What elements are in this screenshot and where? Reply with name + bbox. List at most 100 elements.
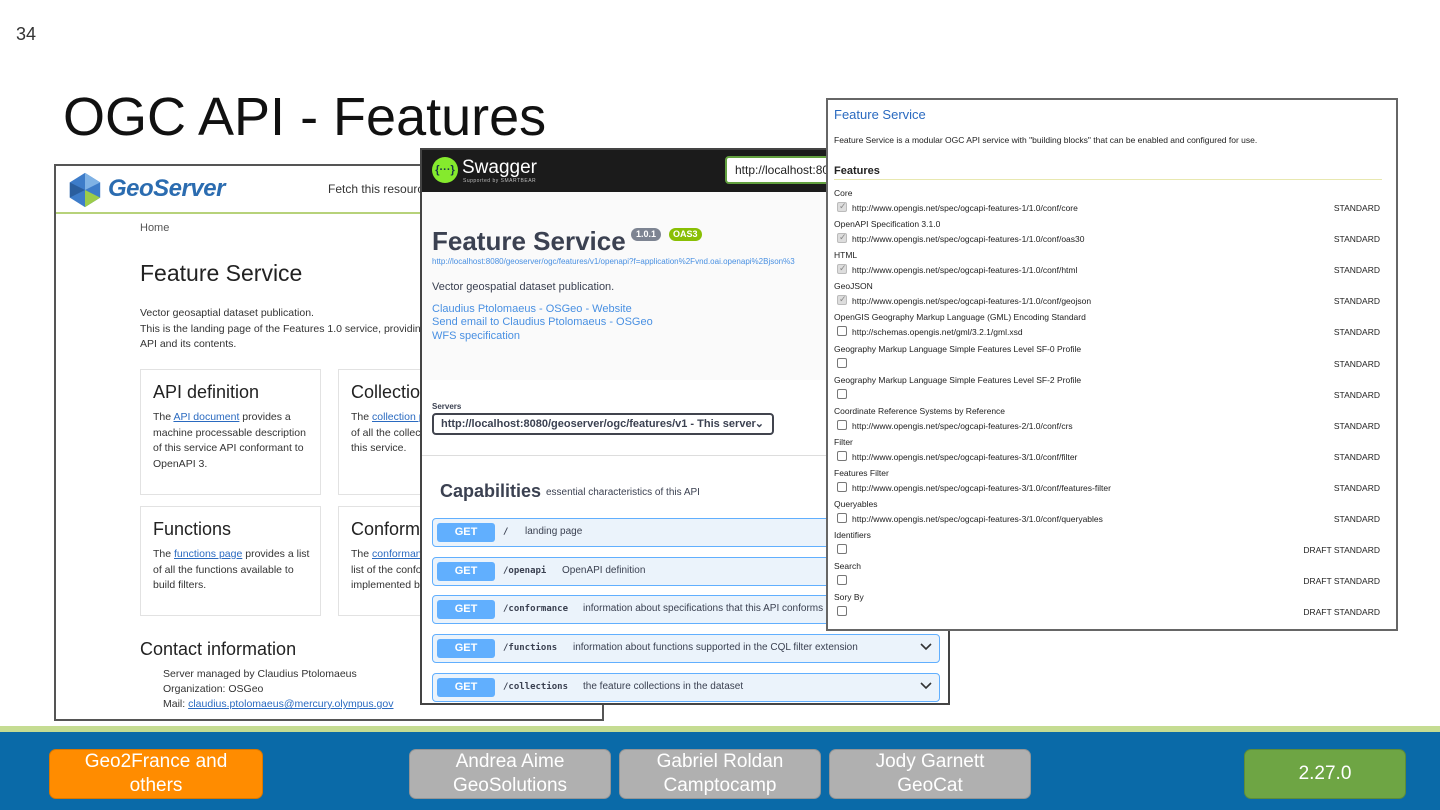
operation-path: /functions xyxy=(503,643,558,653)
capabilities-title[interactable]: Capabilities xyxy=(440,481,541,502)
page-number: 34 xyxy=(16,24,37,44)
collections-link[interactable]: collection p xyxy=(372,411,425,423)
contact-organization: Organization: OSGeo xyxy=(163,683,264,695)
slide-title: OGC API - Features xyxy=(63,87,547,147)
feature-checkbox[interactable] xyxy=(837,326,847,337)
footer-button-version[interactable]: 2.27.0 xyxy=(1244,749,1406,799)
card-functions: Functions The functions page provides a … xyxy=(140,506,321,616)
capabilities-description: essential characteristics of this API xyxy=(546,487,700,498)
operation-description: information about functions supported in… xyxy=(573,642,858,653)
feature-url: http://www.opengis.net/spec/ogcapi-featu… xyxy=(852,234,1085,245)
operation-get-functions[interactable]: GET /functions information about functio… xyxy=(432,634,940,663)
feature-url: http://www.opengis.net/spec/ogcapi-featu… xyxy=(852,420,1073,431)
footer-button-jody-garnett[interactable]: Jody Garnett GeoCat xyxy=(829,749,1031,799)
feature-name: Queryables xyxy=(834,499,878,509)
geoserver-brand[interactable]: GeoServer xyxy=(108,175,225,203)
card-title: Functions xyxy=(153,519,232,539)
card-body: The collection p of all the collect this… xyxy=(351,411,425,454)
feature-checkbox[interactable] xyxy=(837,575,847,586)
api-document-link[interactable]: API document xyxy=(173,411,239,423)
feature-name: GeoJSON xyxy=(834,281,873,292)
feature-checkbox[interactable] xyxy=(837,606,847,617)
method-badge: GET xyxy=(437,639,495,658)
feature-checkbox[interactable] xyxy=(837,513,847,523)
feature-url: http://www.opengis.net/spec/ogcapi-featu… xyxy=(852,296,1092,307)
feature-checkbox[interactable] xyxy=(837,544,847,555)
wfs-spec-link[interactable]: WFS specification xyxy=(432,330,520,342)
slide: 34 OGC API - Features GeoServer Fetch th… xyxy=(0,0,1440,810)
functions-page-link[interactable]: functions page xyxy=(174,548,242,560)
footer-button-geo2france[interactable]: Geo2France and others xyxy=(49,749,263,799)
feature-status: DRAFT STANDARD xyxy=(1303,545,1380,556)
operation-path: / xyxy=(503,527,509,537)
description-line: This is the landing page of the Features… xyxy=(140,322,427,335)
operation-path: /conformance xyxy=(503,604,569,614)
config-description: Feature Service is a modular OGC API ser… xyxy=(834,135,1258,145)
feature-name: Sory By xyxy=(834,592,864,603)
card-body: The functions page provides a list of al… xyxy=(153,548,310,591)
feature-name: Filter xyxy=(834,436,853,447)
feature-checkbox[interactable] xyxy=(837,201,847,212)
feature-checkbox[interactable] xyxy=(837,450,847,461)
footer-button-andrea-aime[interactable]: Andrea Aime GeoSolutions xyxy=(409,749,611,799)
feature-status: STANDARD xyxy=(1333,234,1380,245)
email-link[interactable]: Send email to Claudius Ptolomaeus - OSGe… xyxy=(432,316,653,328)
feature-row: OpenAPI Specification 3.1.0 http://www.op… xyxy=(834,219,1386,250)
feature-row: Features Filter http://www.opengis.net/sp… xyxy=(834,468,1386,499)
feature-checkbox[interactable] xyxy=(837,481,847,492)
feature-row: HTML http://www.opengis.net/spec/ogcapi-f… xyxy=(834,250,1386,281)
spec-url-link[interactable]: http://localhost:8080/geoserver/ogc/feat… xyxy=(432,257,795,266)
feature-row: Filter http://www.opengis.net/spec/ogcapi… xyxy=(834,437,1386,468)
card-body: The conformanc list of the confo impleme… xyxy=(351,548,427,591)
footer-button-gabriel-roldan[interactable]: Gabriel Roldan Camptocamp xyxy=(619,749,821,799)
feature-checkbox[interactable] xyxy=(837,263,847,275)
server-select[interactable]: http://localhost:8080/geoserver/ogc/feat… xyxy=(432,413,774,435)
website-link[interactable]: Claudius Ptolomaeus - OSGeo - Website xyxy=(432,303,632,315)
feature-status: DRAFT STANDARD xyxy=(1303,607,1380,618)
swagger-brand: Swagger xyxy=(462,157,537,178)
feature-url: http://www.opengis.net/spec/ogcapi-featu… xyxy=(852,265,1078,276)
method-badge: GET xyxy=(437,562,495,581)
feature-status: STANDARD xyxy=(1333,203,1380,213)
feature-url: http://schemas.opengis.net/gml/3.2.1/gml… xyxy=(852,327,1023,338)
feature-name: Geography Markup Language Simple Feature… xyxy=(834,343,1082,354)
divider xyxy=(834,179,1382,180)
feature-status: STANDARD xyxy=(1333,327,1380,338)
operation-description: landing page xyxy=(525,526,583,537)
operation-description: the feature collections in the dataset xyxy=(583,681,744,692)
feature-checkbox[interactable] xyxy=(837,388,847,399)
feature-status: STANDARD xyxy=(1333,265,1380,276)
feature-row: Coordinate Reference Systems by Referenc… xyxy=(834,406,1386,437)
features-heading: Features xyxy=(834,165,880,177)
version-badge: 1.0.1 xyxy=(631,228,662,241)
contact-heading: Contact information xyxy=(140,639,297,659)
feature-name: Geography Markup Language Simple Feature… xyxy=(834,374,1082,385)
feature-status: STANDARD xyxy=(1333,420,1380,431)
feature-name: Coordinate Reference Systems by Referenc… xyxy=(834,405,1006,416)
breadcrumb[interactable]: Home xyxy=(140,222,169,234)
card-api-definition: API definition The API document provides… xyxy=(140,369,321,495)
chevron-down-icon[interactable] xyxy=(919,639,933,653)
swagger-logo-icon: {···} xyxy=(432,157,458,183)
contact-mail-link[interactable]: claudius.ptolomaeus@mercury.olympus.gov xyxy=(188,698,393,710)
contact-mail: Mail: claudius.ptolomaeus@mercury.olympu… xyxy=(163,698,394,710)
feature-checkbox[interactable] xyxy=(837,419,847,430)
api-description: Vector geospatial dataset publication. xyxy=(432,281,615,293)
feature-checkbox[interactable] xyxy=(837,294,847,306)
feature-status: STANDARD xyxy=(1333,514,1380,524)
card-title: Conforma xyxy=(351,519,431,539)
feature-row: OpenGIS Geography Markup Language (GML) … xyxy=(834,312,1386,343)
feature-checkbox[interactable] xyxy=(837,232,847,244)
conformance-link[interactable]: conformanc xyxy=(372,548,427,560)
description-line: API and its contents. xyxy=(140,338,237,350)
feature-row: Queryables http://www.opengis.net/spec/og… xyxy=(834,499,1386,530)
feature-name: OpenGIS Geography Markup Language (GML) … xyxy=(834,312,1086,323)
feature-status: STANDARD xyxy=(1333,389,1380,400)
contact-managed-by: Server managed by Claudius Ptolomaeus xyxy=(163,668,357,680)
config-title: Feature Service xyxy=(834,107,926,122)
chevron-down-icon[interactable] xyxy=(919,678,933,692)
feature-checkbox[interactable] xyxy=(837,357,847,368)
operation-get-collections[interactable]: GET /collections the feature collections… xyxy=(432,673,940,702)
feature-status: STANDARD xyxy=(1333,451,1380,462)
geoserver-logo-icon xyxy=(69,172,101,208)
